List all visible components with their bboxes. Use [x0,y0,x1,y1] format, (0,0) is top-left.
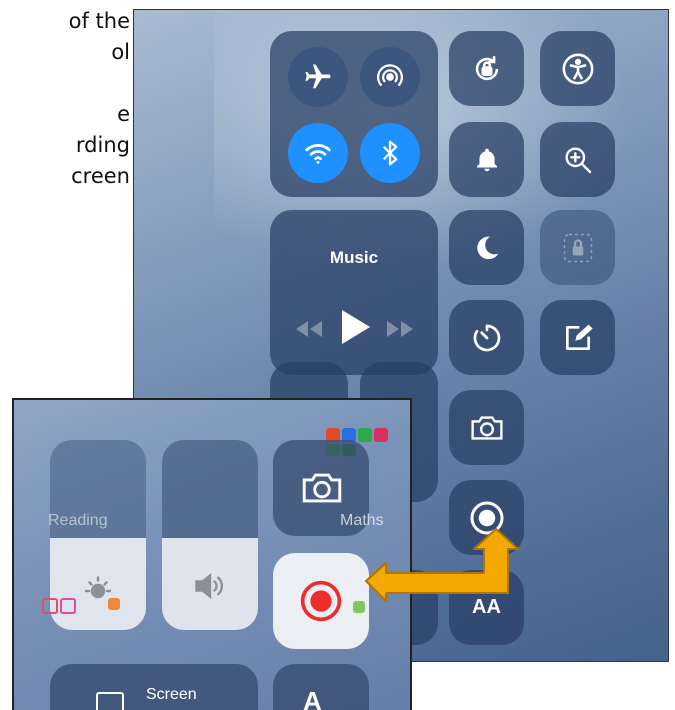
airplane-mode-button[interactable] [288,47,348,107]
caption-line: rding [75,133,130,157]
timer-icon [473,324,500,351]
caption-line [0,68,130,99]
volume-slider[interactable] [162,440,258,630]
camera-icon [470,415,503,440]
label-reading: Reading [48,512,108,529]
text-size-icon: A [303,686,322,710]
airdrop-icon [377,64,403,87]
rotation-lock-button[interactable] [449,31,524,106]
notes-button[interactable] [540,300,615,375]
previous-track-icon[interactable] [292,318,324,340]
accessibility-button[interactable] [540,31,615,106]
silent-mode-button[interactable] [449,122,524,197]
volume-icon [195,573,223,599]
airplane-icon [305,64,331,89]
camera-button[interactable] [449,390,524,465]
lock-icon [563,233,592,262]
camera-icon [302,473,342,503]
guided-access-button[interactable] [540,210,615,285]
pointer-arrow [365,528,519,602]
bluetooth-icon [382,140,398,166]
magnifier-button[interactable] [540,122,615,197]
airdrop-button[interactable] [360,47,420,107]
screen-mirroring-button[interactable]: Screen [50,664,258,710]
notes-icon [565,324,593,350]
instruction-caption: of the ol e rding creen [0,6,130,192]
screen-record-button[interactable] [273,553,369,649]
bluetooth-button[interactable] [360,123,420,183]
connectivity-tile [270,31,438,197]
bell-icon [476,148,497,171]
do-not-disturb-button[interactable] [449,210,524,285]
music-label: Music [329,248,379,267]
timer-button[interactable] [449,300,524,375]
music-tile[interactable]: Music [270,210,438,375]
caption-line: e [117,102,130,126]
screen-mirroring-icon [96,692,124,710]
next-track-icon[interactable] [385,318,417,340]
magnifier-icon [564,146,591,173]
moon-icon [476,236,498,259]
wifi-button[interactable] [288,123,348,183]
rotation-lock-icon [475,55,498,80]
label-screen: Screen [146,686,197,703]
zoomed-inset-panel: Reading Maths Screen A [12,398,412,710]
caption-line: ol [111,40,130,64]
screen-record-icon [300,580,342,622]
wifi-icon [305,143,331,164]
caption-line: of the [68,9,130,33]
caption-line: creen [71,164,130,188]
accessibility-icon [562,53,593,84]
play-icon[interactable] [338,308,372,346]
text-size-button[interactable]: A [273,664,369,710]
